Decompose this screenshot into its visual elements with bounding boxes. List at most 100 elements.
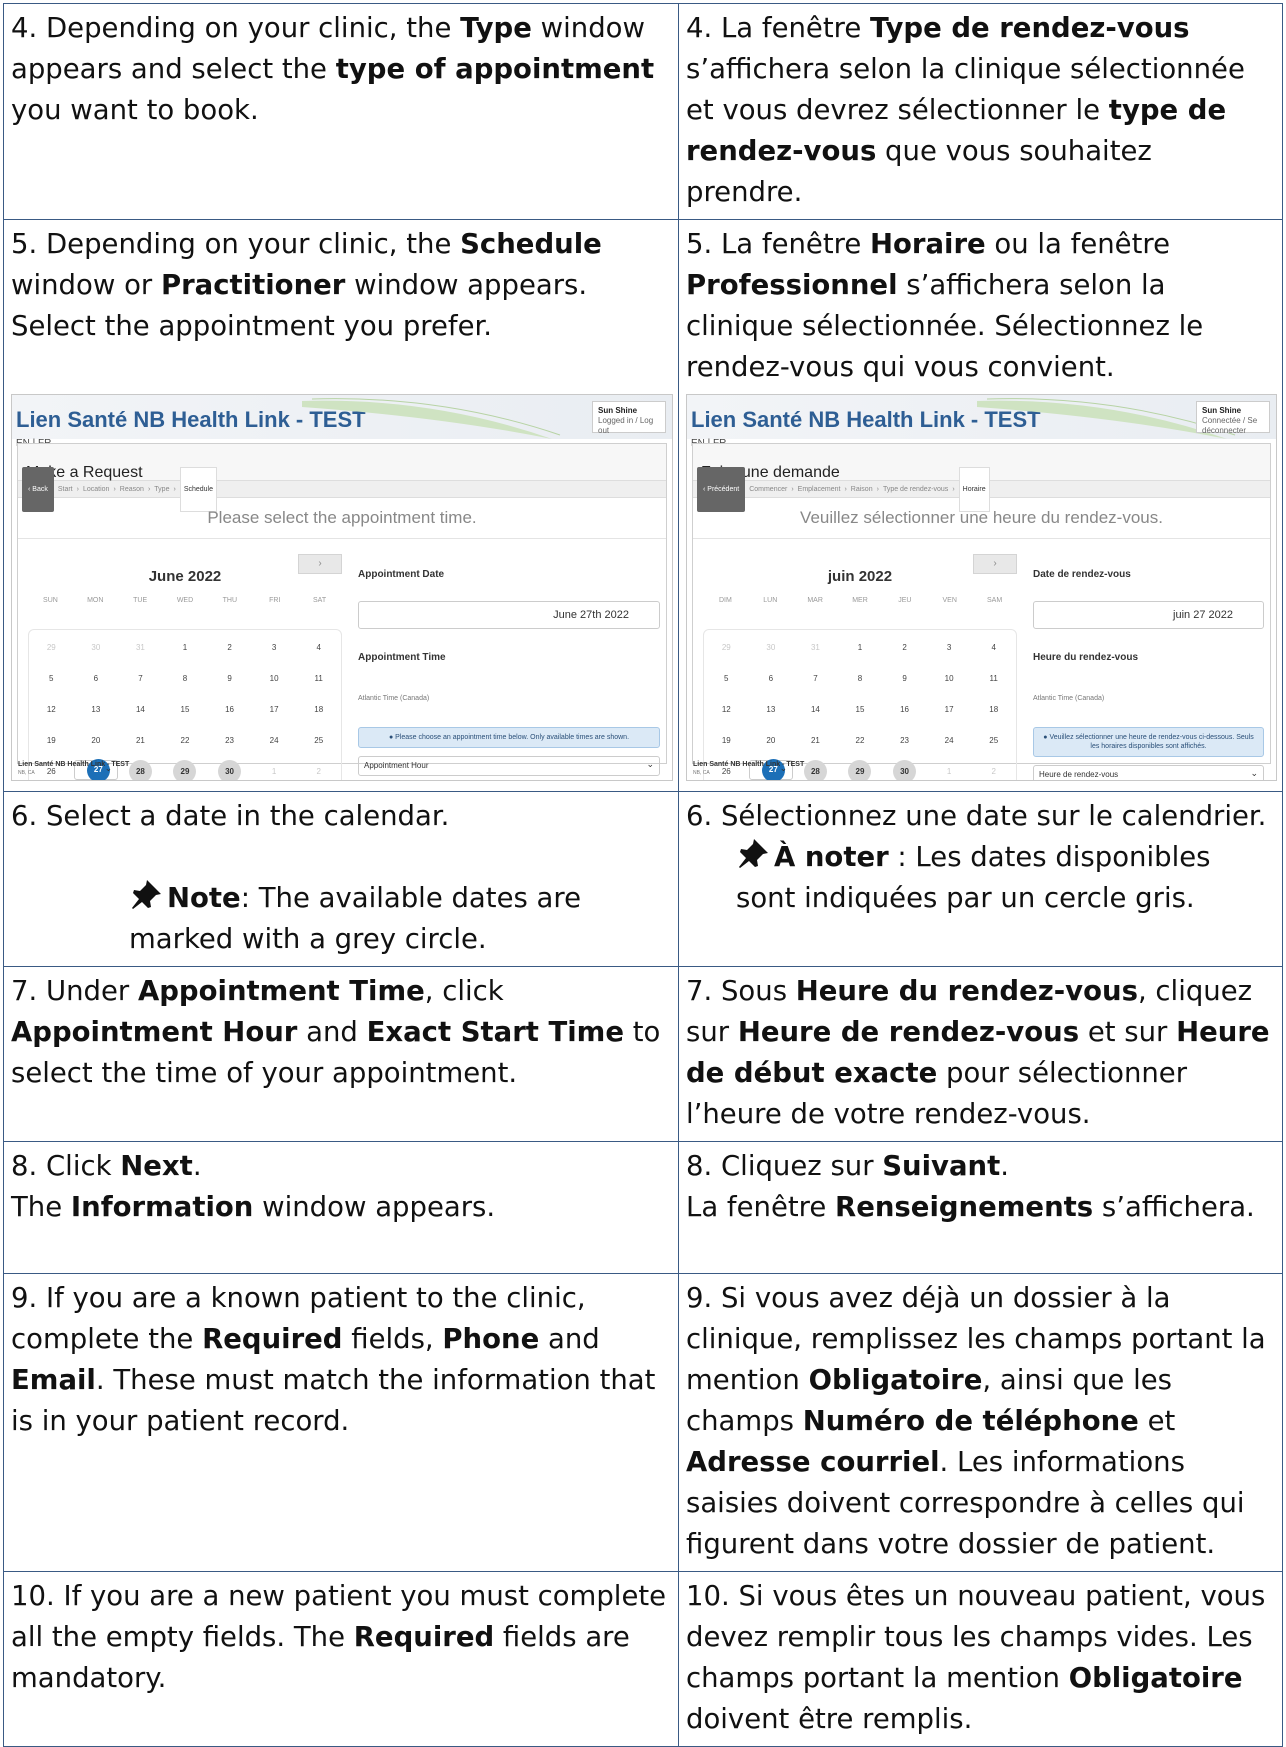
text: s’affichera. (1093, 1191, 1255, 1223)
calendar-day-available[interactable]: 29 (838, 760, 883, 780)
breadcrumb-separator-icon: › (76, 485, 79, 493)
bold-text: Horaire (870, 228, 986, 260)
calendar-day: 30 (749, 636, 794, 659)
day-number: 18 (314, 705, 324, 714)
login-status-link[interactable]: Logged in / Log out (598, 416, 660, 436)
text: you want to book. (11, 94, 259, 126)
info-message: ● Veuillez sélectionner une heure de ren… (1033, 727, 1264, 757)
calendar-day: 31 (118, 636, 163, 659)
day-number: 16 (225, 705, 235, 714)
note: Note: The available dates are marked wit… (11, 878, 671, 960)
cell-fr: 10. Si vous êtes un nouveau patient, vou… (678, 1571, 1283, 1747)
document: 4. Depending on your clinic, the Type wi… (3, 3, 1283, 1747)
cell-en: 9. If you are a known patient to the cli… (3, 1273, 679, 1572)
time-zone: Atlantic Time (Canada) (1033, 695, 1105, 702)
next-month-button[interactable]: › (973, 554, 1017, 574)
calendar-day: 22 (163, 729, 208, 752)
back-button[interactable]: ‹ Précédent (697, 466, 746, 512)
cell-en: 10. If you are a new patient you must co… (3, 1571, 679, 1747)
text: 5. Depending on your clinic, the (11, 228, 461, 260)
calendar-day: 15 (838, 698, 883, 721)
date-field[interactable]: June 27th 2022 (358, 601, 660, 629)
request-panel: Make a Request ‹ Back Start › Location › Reaso… (17, 443, 667, 780)
calendar-day: 31 (793, 636, 838, 659)
breadcrumb-item[interactable]: Reason (120, 469, 144, 510)
day-number: 9 (902, 674, 907, 683)
calendar-day: 29 (704, 636, 749, 659)
bold-text: Next (120, 1150, 193, 1182)
user-name: Sun Shine (1202, 406, 1242, 415)
text: et sur (1079, 1016, 1177, 1048)
appointment-hour-select[interactable]: Heure de rendez-vous (1033, 764, 1264, 780)
text: . (192, 1150, 202, 1182)
calendar-day: 5 (29, 667, 74, 690)
day-number: 2 (316, 767, 321, 776)
back-button[interactable]: ‹ Back (22, 466, 54, 512)
day-number: 31 (810, 643, 820, 652)
calendar-day: 11 (971, 667, 1016, 690)
row-5: 5. Depending on your clinic, the Schedul… (3, 219, 1283, 792)
text: 8. Click (11, 1150, 121, 1182)
text: 6. Select a date in the calendar. (11, 800, 450, 832)
text: window or (11, 269, 161, 301)
date-field[interactable]: juin 27 2022 (1033, 601, 1264, 629)
appointment-hour-select[interactable]: Appointment Hour (358, 755, 660, 776)
calendar-day-available[interactable]: 29 (163, 760, 208, 780)
date-label: Appointment Date (358, 569, 445, 580)
calendar-day-available[interactable]: 30 (207, 760, 252, 780)
calendar-grid: 29 30 31 1 2 3 4 5 6 7 8 9 10 11 12 13 14 15 16 17 18 19 20 21 2… (28, 629, 342, 780)
day-number: 12 (46, 705, 56, 714)
bold-text: Professionnel (686, 269, 898, 301)
bold-text: Heure du rendez-vous (795, 975, 1138, 1007)
day-number: 9 (227, 674, 232, 683)
day-number: 6 (93, 674, 99, 683)
info-text: Veuillez sélectionner une heure de rende… (1049, 734, 1254, 750)
breadcrumb-item[interactable]: Location (83, 469, 109, 510)
header-swoosh (302, 398, 561, 439)
calendar-day: 10 (252, 667, 297, 690)
day-number: 21 (135, 736, 145, 745)
bold-text: Schedule (460, 228, 602, 260)
day-number: 1 (271, 767, 277, 776)
bold-text: Phone (442, 1323, 540, 1355)
breadcrumb-item[interactable]: Start (58, 469, 73, 510)
bold-text: Suivant (882, 1150, 1001, 1182)
day-number: 29 (173, 760, 197, 780)
text: fields, (342, 1323, 443, 1355)
appointment-form: Date de rendez-vous juin 27 2022 Heure du … (1033, 554, 1264, 780)
day-number: 22 (180, 736, 190, 745)
time-zone: Atlantic Time (Canada) (358, 695, 430, 702)
breadcrumb-separator-icon: › (173, 485, 176, 493)
user-menu[interactable]: Sun Shine Logged in / Log out (592, 401, 666, 436)
day-number: 13 (766, 705, 776, 714)
calendar-grid: 29 30 31 1 2 3 4 5 6 7 8 9 10 11 12 13 14 15 16 17 18 19 20 21 2… (703, 629, 1017, 780)
breadcrumb-item[interactable]: Commencer (749, 469, 787, 510)
row-4: 4. Depending on your clinic, the Type wi… (3, 3, 1283, 220)
day-number: 13 (91, 705, 101, 714)
next-month-button[interactable]: › (298, 554, 342, 574)
bold-text: Appointment Hour (11, 1016, 298, 1048)
text: 8. Cliquez sur (686, 1150, 883, 1182)
row-9: 9. If you are a known patient to the cli… (3, 1273, 1283, 1572)
login-status-link[interactable]: Connectée / Se déconnecter (1202, 416, 1264, 436)
cell-fr: 6. Sélectionnez une date sur le calendri… (678, 791, 1283, 967)
calendar-month: juin 2022 (827, 568, 893, 585)
calendar-day: 22 (838, 729, 883, 752)
day-number: 5 (724, 674, 729, 683)
user-menu[interactable]: Sun Shine Connectée / Se déconnecter (1196, 401, 1270, 436)
calendar-day: 30 (74, 636, 119, 659)
cell-fr: 5. La fenêtre Horaire ou la fenêtre Prof… (678, 219, 1283, 792)
breadcrumb-item[interactable]: Type (154, 469, 169, 510)
bold-text: Note (167, 882, 241, 914)
day-number: 25 (314, 736, 324, 745)
app-header: Lien Santé NB Health Link - TESTEN | FRS… (687, 395, 1276, 449)
breadcrumb: ‹ Précédent Commencer › Emplacement › Raison ›… (693, 466, 1270, 512)
day-number: 5 (49, 674, 54, 683)
day-number: 11 (314, 674, 323, 683)
calendar-day-available[interactable]: 30 (882, 760, 927, 780)
day-number: 8 (182, 674, 188, 683)
day-number: 7 (813, 674, 818, 683)
text: doivent être remplis. (686, 1703, 973, 1735)
calendar-day: 6 (749, 667, 794, 690)
day-number: 14 (135, 705, 145, 714)
